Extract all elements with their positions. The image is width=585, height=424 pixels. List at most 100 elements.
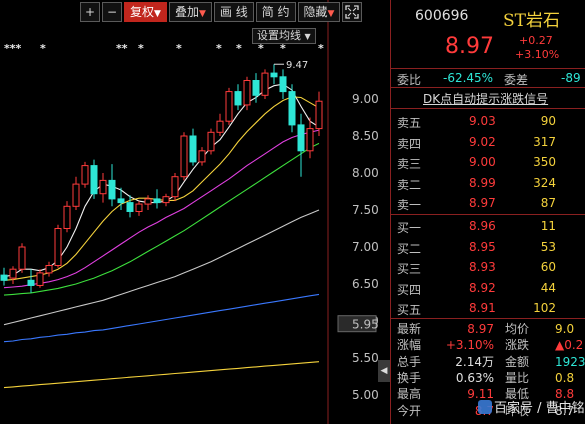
stats-row: 最新 8.97 均价 9.0 [391, 322, 585, 337]
ask-volume: 90 [540, 114, 556, 128]
candle-down [279, 76, 287, 93]
y-tick-label: 7.00 [352, 240, 379, 254]
ask-row[interactable]: 卖二 8.99 324 [391, 173, 585, 193]
candle-up [216, 120, 224, 133]
kline-chart-pane[interactable]: 9.008.508.007.507.006.506.005.955.505.00… [0, 0, 390, 424]
caret-down-icon: ▼ [198, 9, 206, 19]
draw-line-button[interactable]: 画 线 [213, 2, 254, 22]
ask-row[interactable]: 卖五 9.03 90 [391, 111, 585, 131]
candle-up [261, 72, 269, 96]
y-tick-label: 8.50 [352, 129, 379, 143]
y-tick-label: 5.95 [352, 318, 379, 332]
zoom-out-button[interactable]: − [102, 2, 122, 22]
candle-up [9, 268, 17, 279]
bid-row[interactable]: 买二 8.95 53 [391, 237, 585, 257]
baijiahao-logo-icon [478, 400, 492, 414]
ask-price: 9.02 [469, 134, 496, 149]
stat-value: 0.63% [455, 370, 494, 385]
ask-level-label: 卖一 [397, 198, 422, 212]
divider [391, 214, 585, 215]
dk-signal-link[interactable]: DK点自动提示涨跌信号 [423, 90, 548, 107]
bid-level-label: 买二 [397, 241, 422, 256]
scroll-right-button[interactable]: ◀ [378, 360, 390, 382]
bid-volume: 11 [540, 219, 556, 233]
bid-volume: 44 [540, 280, 556, 295]
candle-down [189, 135, 197, 163]
signal-marker: * [236, 42, 242, 55]
candle-down [270, 72, 278, 78]
bid-row[interactable]: 买三 8.93 60 [391, 257, 585, 277]
ma-line-ma120 [3, 293, 320, 343]
simple-mode-button[interactable]: 简 约 [255, 2, 296, 22]
bid-volume: 102 [533, 301, 556, 315]
ma-line-ma10 [3, 96, 320, 281]
chart-toolbar: + − 复权▼ 叠加▼ 画 线 简 约 隐藏▼ [80, 2, 363, 24]
candle-up [162, 196, 170, 204]
divider [391, 108, 585, 109]
candle-up [315, 100, 323, 130]
ask-level-label: 卖五 [397, 116, 422, 130]
expand-icon[interactable] [342, 2, 363, 22]
ask-level-label: 卖三 [397, 157, 422, 171]
stat-label: 金额 [505, 354, 530, 369]
bid-level-label: 买四 [397, 282, 422, 297]
signal-marker: * [138, 42, 144, 55]
bid-volume: 53 [540, 239, 556, 254]
ask-price: 9.03 [469, 114, 496, 128]
bid-price: 8.93 [469, 260, 496, 274]
fuquan-dropdown[interactable]: 复权▼ [124, 2, 167, 22]
weicha-value: -89 [561, 71, 581, 85]
signal-marker: * [318, 42, 324, 55]
candle-down [252, 80, 260, 96]
candle-up [171, 176, 179, 198]
stat-label: 最新 [397, 322, 422, 336]
hide-label: 隐藏 [303, 5, 328, 19]
kline-chart[interactable]: 9.008.508.007.507.006.506.005.955.505.00… [0, 0, 390, 424]
bid-row[interactable]: 买一 8.96 11 [391, 216, 585, 236]
ma-setting-label: 设置均线 [257, 29, 301, 42]
stats-row: 换手 0.63% 量比 0.8 [391, 371, 585, 386]
candle-down [117, 198, 125, 204]
stat-value: 9.0 [555, 322, 575, 336]
candle-up [54, 228, 62, 266]
candle-up [207, 131, 215, 152]
weibi-row: 委比 -62.45% 委差 -89 [391, 69, 585, 87]
candle-down [108, 179, 116, 200]
weibi-label: 委比 [397, 73, 422, 87]
signal-marker: *** [4, 42, 22, 55]
stats-row: 总手 2.14万金额 1923万 [391, 355, 585, 370]
fuquan-label: 复权 [130, 5, 155, 19]
ask-level-label: 卖二 [397, 177, 422, 192]
bid-price: 8.95 [469, 239, 496, 254]
candle-down [0, 274, 8, 281]
ask-row[interactable]: 卖四 9.02 317 [391, 132, 585, 152]
ask-row[interactable]: 卖一 8.97 87 [391, 193, 585, 213]
weicha-label: 委差 [504, 73, 529, 87]
overlay-dropdown[interactable]: 叠加▼ [168, 2, 212, 22]
bid-row[interactable]: 买五 8.91 102 [391, 298, 585, 318]
stat-label: 换手 [397, 370, 422, 385]
bid-volume: 60 [540, 260, 556, 274]
signal-marker: * [216, 42, 222, 55]
watermark-text: 百家号 / 曹中铭 [494, 401, 585, 416]
y-tick-label: 8.00 [352, 166, 379, 180]
caret-down-icon: ▼ [304, 32, 311, 41]
bid-row[interactable]: 买四 8.92 44 [391, 278, 585, 298]
last-price: 8.97 [445, 34, 494, 59]
ask-price: 8.97 [469, 196, 496, 210]
signal-marker: * [176, 42, 182, 55]
stat-label: 涨跌 [505, 338, 530, 353]
candle-up [144, 198, 152, 205]
quote-pane: 600696 ST岩石 8.97 +0.27 +3.10% 委比 -62.45%… [390, 0, 585, 424]
ask-row[interactable]: 卖三 9.00 350 [391, 152, 585, 172]
ma-line-ma20 [3, 129, 320, 289]
candle-up [198, 150, 206, 163]
zoom-in-button[interactable]: + [80, 2, 100, 22]
weibi-value: -62.45% [443, 71, 494, 85]
hide-dropdown[interactable]: 隐藏▼ [297, 2, 341, 22]
y-tick-label: 7.50 [352, 203, 379, 217]
candle-up [81, 165, 89, 185]
ma-setting-dropdown[interactable]: 设置均线 ▼ [252, 28, 316, 44]
candle-up [45, 265, 53, 274]
stat-value: 0.8 [555, 370, 575, 385]
